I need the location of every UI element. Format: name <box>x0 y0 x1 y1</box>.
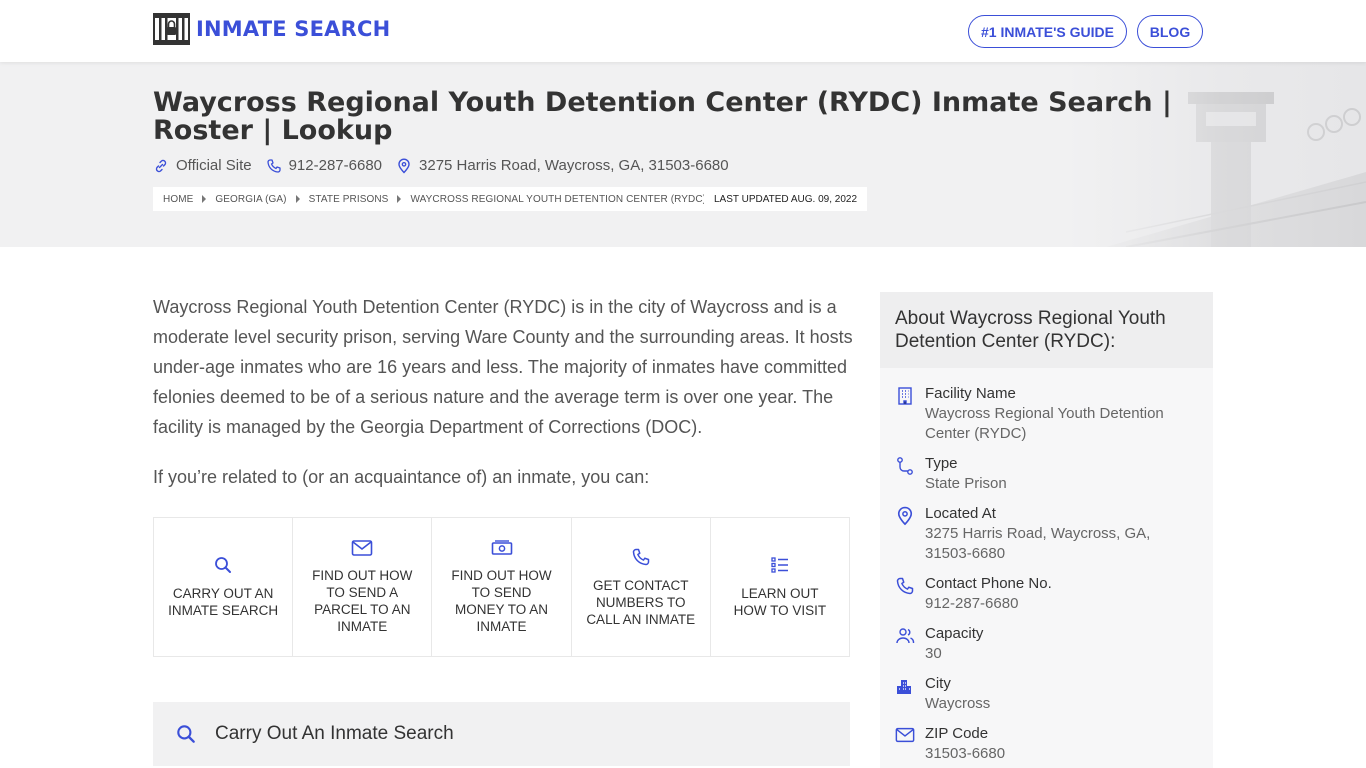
link-icon <box>155 159 167 172</box>
last-updated-badge: LAST UPDATED AUG. 09, 2022 <box>704 187 868 211</box>
phone-icon <box>266 158 281 173</box>
list-icon <box>771 557 788 573</box>
detail-key: Capacity <box>925 625 984 642</box>
detail-city: City Waycross <box>895 674 1198 714</box>
sidebar-title: About Waycross Regional Youth Detention … <box>880 292 1213 368</box>
official-site-link[interactable]: Official Site <box>176 157 252 174</box>
envelope-icon <box>895 727 915 743</box>
top-navigation-bar: INMATE SEARCH #1 INMATE'S GUIDE BLOG <box>0 0 1366 62</box>
search-section-title: Carry Out An Inmate Search <box>215 723 454 744</box>
breadcrumb: HOME GEORGIA (GA) STATE PRISONS WAYCROSS… <box>153 187 717 211</box>
site-logo-link[interactable]: INMATE SEARCH <box>153 13 390 45</box>
breadcrumb-separator-icon <box>397 195 402 203</box>
action-card-label: CARRY OUT AN INMATE SEARCH <box>168 586 279 618</box>
detail-value: State Prison <box>925 475 1007 492</box>
detail-zip-code: ZIP Code 31503-6680 <box>895 724 1198 764</box>
detail-type: Type State Prison <box>895 454 1198 494</box>
nav-blog-button[interactable]: BLOG <box>1137 15 1203 48</box>
search-icon <box>215 557 232 573</box>
action-card-inmate-search[interactable]: CARRY OUT AN INMATE SEARCH <box>154 518 294 656</box>
action-card-contact-numbers[interactable]: GET CONTACT NUMBERS TO CALL AN INMATE <box>572 518 711 656</box>
facility-intro-paragraph: Waycross Regional Youth Detention Center… <box>153 297 853 437</box>
facility-info-sidebar: About Waycross Regional Youth Detention … <box>880 292 1213 768</box>
detail-key: Contact Phone No. <box>925 575 1052 592</box>
envelope-icon <box>351 540 373 556</box>
action-cards-row: CARRY OUT AN INMATE SEARCH FIND OUT HOW … <box>153 517 850 657</box>
detail-value: 31503-6680 <box>925 745 1006 762</box>
breadcrumb-separator-icon <box>295 195 300 203</box>
page-title: Waycross Regional Youth Detention Center… <box>153 87 1172 146</box>
detail-key: Facility Name <box>925 385 1016 402</box>
location-pin-icon <box>398 158 410 173</box>
users-icon <box>896 628 915 644</box>
location-pin-icon <box>897 506 913 526</box>
search-icon <box>177 725 195 743</box>
action-card-label: LEARN OUT HOW TO VISIT <box>733 586 827 618</box>
jail-lock-logo-icon <box>153 13 190 45</box>
options-lead-in: If you’re related to (or an acquaintance… <box>153 467 650 487</box>
breadcrumb-home[interactable]: HOME <box>163 194 193 205</box>
building-icon <box>898 387 912 405</box>
phone-icon <box>896 577 914 595</box>
nav-inmates-guide-button[interactable]: #1 INMATE'S GUIDE <box>968 15 1127 48</box>
facility-meta-row: Official Site 912-287-6680 3275 Harris R… <box>153 157 743 174</box>
action-card-label: FIND OUT HOW TO SEND MONEY TO AN INMATE <box>451 568 552 634</box>
action-card-send-money[interactable]: FIND OUT HOW TO SEND MONEY TO AN INMATE <box>432 518 572 656</box>
detail-value: Waycross <box>925 695 991 712</box>
address-text: 3275 Harris Road, Waycross, GA, 31503-66… <box>419 157 729 174</box>
address-item: 3275 Harris Road, Waycross, GA, 31503-66… <box>396 157 729 174</box>
detail-value: 30 <box>925 645 942 662</box>
phone-link[interactable]: 912-287-6680 <box>289 157 382 174</box>
detail-capacity: Capacity 30 <box>895 624 1198 664</box>
city-icon <box>897 680 911 694</box>
phone-icon <box>632 548 649 565</box>
breadcrumb-state-prisons[interactable]: STATE PRISONS <box>309 194 389 205</box>
detail-contact-phone: Contact Phone No. 912-287-6680 <box>895 574 1198 614</box>
detail-key: Located At <box>925 505 996 522</box>
money-icon <box>491 540 512 555</box>
breadcrumb-georgia[interactable]: GEORGIA (GA) <box>215 194 286 205</box>
breadcrumb-separator-icon <box>202 195 207 203</box>
official-site-link-item[interactable]: Official Site <box>153 157 252 174</box>
action-card-visit[interactable]: LEARN OUT HOW TO VISIT <box>711 518 849 656</box>
facility-details-list: Facility Name Waycross Regional Youth Det… <box>880 368 1213 764</box>
action-card-label: FIND OUT HOW TO SEND A PARCEL TO AN INMA… <box>312 568 413 634</box>
detail-located-at: Located At 3275 Harris Road, Waycross, GA… <box>895 504 1198 564</box>
detail-key: City <box>925 675 951 692</box>
detail-key: ZIP Code <box>925 725 989 742</box>
detail-value: Waycross Regional Youth Detention Center… <box>925 405 1164 442</box>
detail-facility-name: Facility Name Waycross Regional Youth Det… <box>895 384 1198 444</box>
route-icon <box>897 457 913 475</box>
action-card-send-parcel[interactable]: FIND OUT HOW TO SEND A PARCEL TO AN INMA… <box>293 518 433 656</box>
inmate-search-section-header[interactable]: Carry Out An Inmate Search <box>153 702 850 766</box>
detail-value: 912-287-6680 <box>925 595 1019 612</box>
detail-value: 3275 Harris Road, Waycross, GA, 31503-66… <box>925 525 1151 562</box>
site-logo-text: INMATE SEARCH <box>196 17 391 41</box>
action-card-label: GET CONTACT NUMBERS TO CALL AN INMATE <box>586 577 696 627</box>
breadcrumb-current-facility[interactable]: WAYCROSS REGIONAL YOUTH DETENTION CENTER… <box>410 194 706 205</box>
detail-key: Type <box>925 455 958 472</box>
phone-link-item[interactable]: 912-287-6680 <box>266 157 382 174</box>
